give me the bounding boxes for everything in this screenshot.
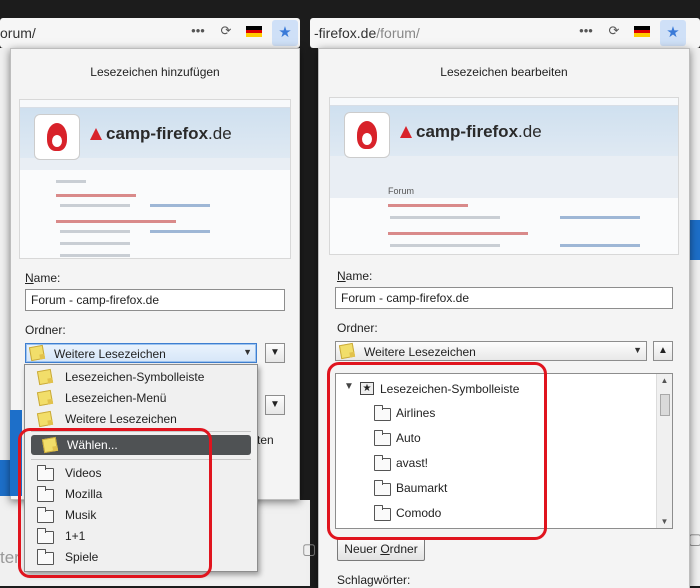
menu-item-folder[interactable]: Musik bbox=[25, 505, 257, 526]
reload-icon[interactable]: ⟳ bbox=[218, 23, 234, 39]
page-background-blue bbox=[0, 460, 10, 496]
background-text: ter bbox=[0, 548, 20, 567]
folder-icon bbox=[374, 430, 391, 446]
scroll-up-icon[interactable]: ▲ bbox=[657, 376, 672, 385]
panel-side-blue bbox=[10, 410, 22, 496]
menu-item-folder[interactable]: Videos bbox=[25, 463, 257, 484]
folder-icon bbox=[37, 507, 54, 523]
comment-icon: ▢ bbox=[302, 541, 317, 558]
url-text: orum/ bbox=[0, 25, 36, 41]
scrollbar-thumb[interactable] bbox=[660, 394, 670, 416]
menu-separator bbox=[31, 431, 251, 432]
page-preview: camp-firefox.de bbox=[19, 99, 291, 259]
url-text: -firefox.de/forum/ bbox=[314, 25, 420, 41]
folder-tree[interactable]: ▼ ★ Lesezeichen-Symbolleiste Airlines Au… bbox=[335, 373, 673, 529]
bookmark-star-icon[interactable]: ★ bbox=[272, 20, 298, 46]
folder-dropdown-menu: Lesezeichen-Symbolleiste Lesezeichen-Men… bbox=[24, 364, 258, 572]
folder-icon bbox=[374, 405, 391, 421]
folder-select[interactable]: Weitere Lesezeichen ▼ bbox=[25, 343, 257, 363]
partial-label: ten bbox=[257, 433, 274, 447]
page-background-blue bbox=[690, 220, 700, 260]
new-folder-button[interactable]: Neuer Ordner bbox=[337, 537, 425, 561]
name-input[interactable]: Forum - camp-firefox.de bbox=[335, 287, 673, 309]
tree-item-folder[interactable]: Comodo bbox=[336, 502, 656, 524]
name-label: Name: bbox=[25, 271, 61, 285]
site-logo bbox=[344, 112, 390, 158]
bookmark-star-icon[interactable]: ★ bbox=[660, 20, 686, 46]
folder-icon bbox=[37, 528, 54, 544]
bookmarks-menu-icon bbox=[36, 389, 54, 407]
menu-separator bbox=[31, 459, 251, 460]
page-preview: camp-firefox.de Forum bbox=[329, 97, 679, 255]
folder-icon bbox=[374, 505, 391, 521]
german-flag-icon[interactable] bbox=[634, 26, 650, 37]
folder-icon bbox=[37, 465, 54, 481]
folder-icon bbox=[37, 549, 54, 565]
expand-folder-tree-button[interactable]: ▼ bbox=[265, 343, 285, 363]
tree-item-toolbar[interactable]: ▼ ★ Lesezeichen-Symbolleiste bbox=[336, 378, 656, 400]
name-input[interactable]: Forum - camp-firefox.de bbox=[25, 289, 285, 311]
tags-label: Schlagwörter: bbox=[337, 573, 411, 587]
menu-item-toolbar[interactable]: Lesezeichen-Symbolleiste bbox=[25, 367, 257, 388]
folder-label: Ordner: bbox=[25, 323, 66, 337]
site-logo bbox=[34, 114, 80, 160]
tree-item-folder[interactable]: Airlines bbox=[336, 402, 656, 424]
menu-item-folder[interactable]: Mozilla bbox=[25, 484, 257, 505]
reload-icon[interactable]: ⟳ bbox=[606, 23, 622, 39]
preview-brand: camp-firefox.de bbox=[400, 122, 542, 142]
german-flag-icon[interactable] bbox=[246, 26, 262, 37]
folder-label: Ordner: bbox=[337, 321, 378, 335]
tree-item-folder[interactable]: Auto bbox=[336, 427, 656, 449]
name-label: Name: bbox=[337, 269, 373, 283]
menu-item-other-bookmarks[interactable]: Weitere Lesezeichen bbox=[25, 409, 257, 430]
menu-item-folder[interactable]: 1+1 bbox=[25, 526, 257, 547]
folder-select[interactable]: Weitere Lesezeichen ▼ bbox=[335, 341, 647, 361]
edit-bookmark-panel: Lesezeichen bearbeiten camp-firefox.de F… bbox=[318, 48, 690, 588]
folder-icon bbox=[374, 480, 391, 496]
other-bookmarks-icon bbox=[36, 410, 54, 428]
page-background bbox=[690, 48, 700, 586]
more-icon[interactable]: ••• bbox=[578, 23, 594, 39]
expand-tags-button[interactable]: ▼ bbox=[265, 395, 285, 415]
collapse-folder-tree-button[interactable]: ▲ bbox=[653, 341, 673, 361]
menu-item-folder[interactable]: Spiele bbox=[25, 547, 257, 568]
bookmarks-toolbar-icon bbox=[36, 368, 54, 386]
scroll-down-icon[interactable]: ▼ bbox=[657, 517, 672, 526]
bookmarks-folder-icon bbox=[28, 344, 46, 362]
panel-title: Lesezeichen hinzufügen bbox=[90, 65, 220, 79]
preview-forum-heading: Forum bbox=[388, 186, 415, 196]
menu-item-choose[interactable]: Wählen... bbox=[31, 435, 251, 455]
folder-icon bbox=[374, 455, 391, 471]
tree-item-folder[interactable]: avast! bbox=[336, 452, 656, 474]
bookmarks-toolbar-icon: ★ bbox=[360, 382, 374, 395]
tree-item-folder[interactable]: Baumarkt bbox=[336, 477, 656, 499]
tree-scrollbar[interactable]: ▲ ▼ bbox=[656, 374, 672, 528]
chevron-down-icon: ▼ bbox=[243, 347, 252, 357]
choose-folder-icon bbox=[41, 436, 59, 454]
more-icon[interactable]: ••• bbox=[190, 23, 206, 39]
panel-title: Lesezeichen bearbeiten bbox=[440, 65, 568, 79]
menu-item-bookmarks-menu[interactable]: Lesezeichen-Menü bbox=[25, 388, 257, 409]
preview-brand: camp-firefox.de bbox=[90, 124, 232, 144]
bookmarks-folder-icon bbox=[338, 342, 356, 360]
chevron-down-icon[interactable]: ▼ bbox=[344, 381, 354, 392]
chevron-down-icon: ▼ bbox=[633, 345, 642, 355]
folder-icon bbox=[37, 486, 54, 502]
